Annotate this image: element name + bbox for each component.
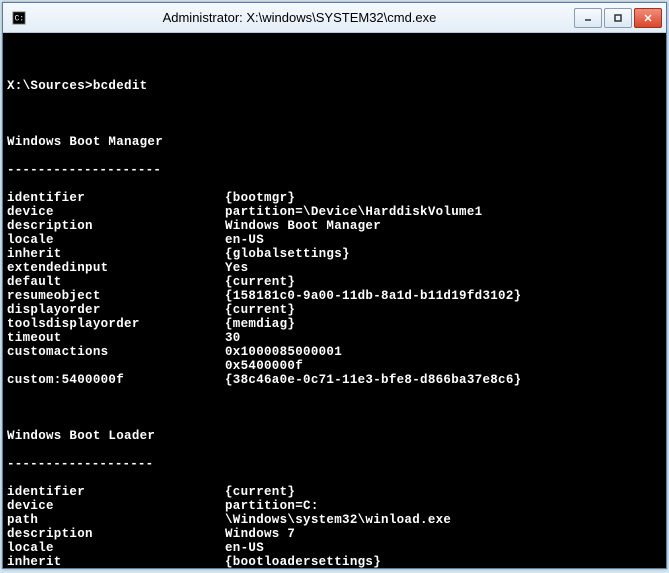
section-boot-manager: Windows Boot Manager <box>7 135 666 149</box>
kv-value: partition=\Device\HarddiskVolume1 <box>225 205 666 219</box>
kv-key: default <box>7 275 225 289</box>
kv-key: extendedinput <box>7 261 225 275</box>
cmd-window: C: Administrator: X:\windows\SYSTEM32\cm… <box>2 2 667 569</box>
divider: -------------------- <box>7 163 666 177</box>
section-boot-loader: Windows Boot Loader <box>7 429 666 443</box>
kv-key: identifier <box>7 191 225 205</box>
kv-key: timeout <box>7 331 225 345</box>
kv-row: devicepartition=\Device\HarddiskVolume1 <box>7 205 666 219</box>
kv-value: \Windows\system32\winload.exe <box>225 513 666 527</box>
kv-value: {bootloadersettings} <box>225 555 666 568</box>
kv-row: inherit{globalsettings} <box>7 247 666 261</box>
kv-row: identifier{current} <box>7 485 666 499</box>
kv-key: toolsdisplayorder <box>7 317 225 331</box>
window-title: Administrator: X:\windows\SYSTEM32\cmd.e… <box>27 10 572 25</box>
kv-value: 30 <box>225 331 666 345</box>
kv-key: locale <box>7 233 225 247</box>
kv-value: 0x5400000f <box>225 359 666 373</box>
kv-value: en-US <box>225 541 666 555</box>
kv-row: displayorder{current} <box>7 303 666 317</box>
kv-value: {globalsettings} <box>225 247 666 261</box>
kv-value: {bootmgr} <box>225 191 666 205</box>
kv-row: default{current} <box>7 275 666 289</box>
kv-row: timeout30 <box>7 331 666 345</box>
prompt-line: X:\Sources>bcdedit <box>7 79 666 93</box>
kv-key: locale <box>7 541 225 555</box>
kv-row: descriptionWindows 7 <box>7 527 666 541</box>
titlebar[interactable]: C: Administrator: X:\windows\SYSTEM32\cm… <box>3 3 666 33</box>
terminal-output[interactable]: X:\Sources>bcdedit Windows Boot Manager … <box>3 33 666 568</box>
kv-value: {current} <box>225 485 666 499</box>
kv-key: custom:5400000f <box>7 373 225 387</box>
kv-key: inherit <box>7 247 225 261</box>
kv-key: inherit <box>7 555 225 568</box>
kv-key: description <box>7 219 225 233</box>
kv-value: Windows 7 <box>225 527 666 541</box>
kv-value: Windows Boot Manager <box>225 219 666 233</box>
kv-row: devicepartition=C: <box>7 499 666 513</box>
svg-text:C:: C: <box>15 14 24 23</box>
kv-row: localeen-US <box>7 233 666 247</box>
kv-row: resumeobject{158181c0-9a00-11db-8a1d-b11… <box>7 289 666 303</box>
kv-value: {memdiag} <box>225 317 666 331</box>
kv-value: 0x1000085000001 <box>225 345 666 359</box>
minimize-button[interactable] <box>574 8 602 28</box>
kv-row: customactions0x1000085000001 <box>7 345 666 359</box>
kv-value: {158181c0-9a00-11db-8a1d-b11d19fd3102} <box>225 289 666 303</box>
kv-key <box>7 359 225 373</box>
kv-row: localeen-US <box>7 541 666 555</box>
kv-row: 0x5400000f <box>7 359 666 373</box>
kv-key: device <box>7 205 225 219</box>
cmd-icon: C: <box>11 10 27 26</box>
maximize-button[interactable] <box>604 8 632 28</box>
kv-key: description <box>7 527 225 541</box>
kv-key: identifier <box>7 485 225 499</box>
kv-value: {current} <box>225 275 666 289</box>
kv-key: displayorder <box>7 303 225 317</box>
kv-row: toolsdisplayorder{memdiag} <box>7 317 666 331</box>
close-button[interactable] <box>634 8 662 28</box>
kv-row: extendedinputYes <box>7 261 666 275</box>
kv-value: {current} <box>225 303 666 317</box>
kv-row: identifier{bootmgr} <box>7 191 666 205</box>
window-controls <box>572 8 662 28</box>
divider: ------------------- <box>7 457 666 471</box>
kv-value: {38c46a0e-0c71-11e3-bfe8-d866ba37e8c6} <box>225 373 666 387</box>
kv-key: resumeobject <box>7 289 225 303</box>
kv-value: partition=C: <box>225 499 666 513</box>
kv-key: customactions <box>7 345 225 359</box>
kv-value: en-US <box>225 233 666 247</box>
kv-value: Yes <box>225 261 666 275</box>
kv-key: path <box>7 513 225 527</box>
kv-row: descriptionWindows Boot Manager <box>7 219 666 233</box>
kv-row: path\Windows\system32\winload.exe <box>7 513 666 527</box>
kv-row: inherit{bootloadersettings} <box>7 555 666 568</box>
kv-row: custom:5400000f{38c46a0e-0c71-11e3-bfe8-… <box>7 373 666 387</box>
kv-key: device <box>7 499 225 513</box>
